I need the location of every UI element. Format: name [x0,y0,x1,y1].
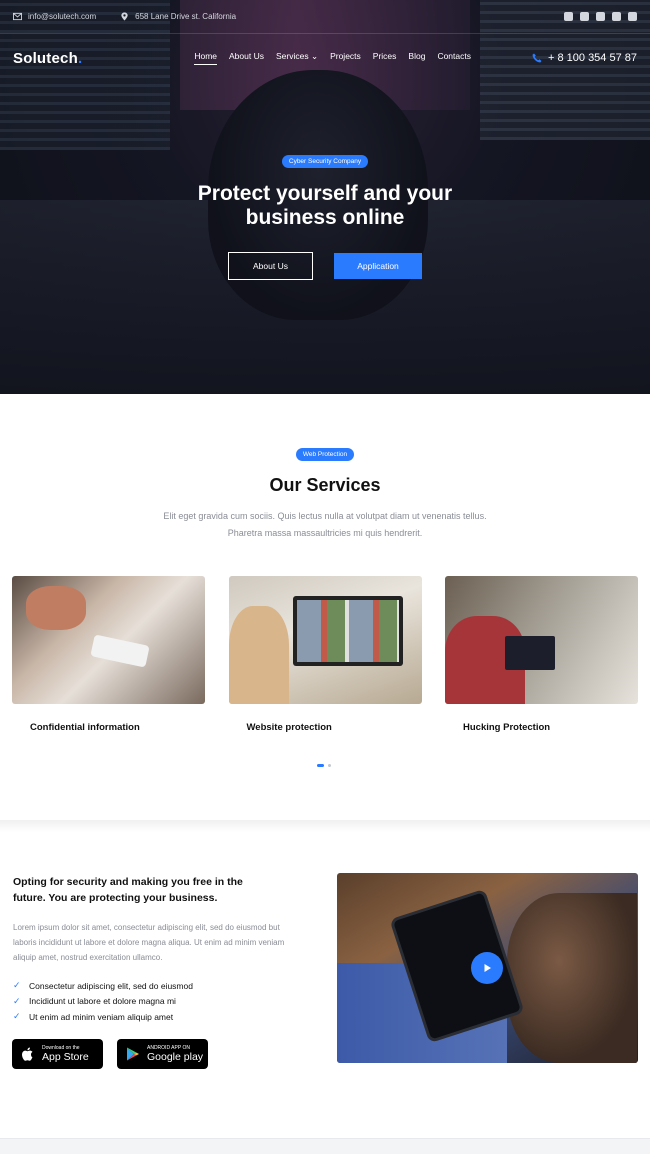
about-us-button[interactable]: About Us [228,252,313,280]
logo-dot: . [77,49,83,67]
feature-title: Opting for security and making you free … [13,876,243,904]
hero-badge: Cyber Security Company [281,155,369,168]
logo-text: Solutech [13,49,78,67]
checklist-item: ✓ Incididunt ut labore et dolore magna mi [13,994,193,1010]
services-description-line1: Elit eget gravida cum sociis. Quis lectu… [163,511,487,521]
header-phone[interactable]: + 8 100 354 57 87 [532,52,637,64]
service-card[interactable]: Website protection [228,576,422,733]
checklist-item-text: Incididunt ut labore et dolore magna mi [29,996,176,1007]
play-icon [484,964,491,972]
github-icon[interactable] [612,12,621,21]
google-play-text: ANDROID APP ON Google play [147,1045,203,1063]
services-carousel: Confidential information Website protect… [12,576,638,733]
application-button[interactable]: Application [334,253,422,279]
service-card[interactable]: Confidential information [12,576,205,733]
video-thumbnail [337,873,638,1063]
topbar-address: 658 Lane Drive st. California [120,12,236,21]
app-store-buttons: Download on the App Store ANDROID APP ON… [12,1039,208,1069]
app-store-big-text: App Store [42,1051,89,1063]
card-terminal-shape [90,634,150,668]
service-card[interactable]: Hucking Protection [445,576,638,733]
nav-item-projects[interactable]: Projects [330,51,361,65]
top-bar: info@solutech.com 658 Lane Drive st. Cal… [0,0,650,34]
laptop-shape [505,636,555,670]
service-card-image [12,576,205,704]
hero-content: Cyber Security Company Protect yourself … [0,150,650,280]
google-play-big-text: Google play [147,1051,204,1063]
service-card-image [228,576,422,704]
nav-item-contacts[interactable]: Contacts [437,51,471,65]
app-store-text: Download on the App Store [42,1045,89,1063]
nav-item-prices[interactable]: Prices [373,51,397,65]
hero-title: Protect yourself and your business onlin… [0,182,650,230]
app-store-button[interactable]: Download on the App Store [12,1039,103,1069]
main-navbar: Solutech. Home About Us Services ⌄ Proje… [0,40,650,76]
twitter-icon[interactable] [580,12,589,21]
carousel-dot[interactable] [328,764,331,767]
social-links [564,12,637,21]
topbar-email-text: info@solutech.com [28,12,97,21]
check-icon: ✓ [13,995,21,1006]
nav-item-home[interactable]: Home [194,51,218,65]
hero-title-line2: business online [245,206,405,229]
hero-title-line1: Protect yourself and your [197,182,453,205]
hero-section: info@solutech.com 658 Lane Drive st. Cal… [0,0,650,394]
topbar-address-text: 658 Lane Drive st. California [135,12,237,21]
check-icon: ✓ [13,980,21,991]
checklist-item: ✓ Consectetur adipiscing elit, sed do eiu… [13,978,193,994]
check-icon: ✓ [13,1011,21,1022]
google-play-icon [127,1047,139,1061]
checklist-item-text: Consectetur adipiscing elit, sed do eius… [29,980,193,991]
header-phone-number: + 8 100 354 57 87 [548,52,637,64]
mail-icon [13,12,22,21]
hand-shape [26,586,86,630]
feature-checklist: ✓ Consectetur adipiscing elit, sed do eiu… [13,978,193,1025]
topbar-email[interactable]: info@solutech.com [13,12,96,21]
play-button[interactable] [471,952,503,984]
feature-description: Lorem ipsum dolor sit amet, consectetur … [13,923,285,962]
checklist-item: ✓ Ut enim ad minim veniam aliquip amet [13,1009,193,1025]
next-section-edge [0,1138,650,1154]
checklist-item-text: Ut enim ad minim veniam aliquip amet [29,1011,174,1022]
services-badge: Web Protection [295,448,355,461]
facebook-icon[interactable] [564,12,573,21]
nav-menu: Home About Us Services ⌄ Projects Prices… [194,51,471,65]
service-card-image [445,576,638,704]
map-pin-icon [121,12,128,21]
youtube-icon[interactable] [596,12,605,21]
services-section: Web Protection Our Services Elit eget gr… [0,394,650,820]
nav-item-blog[interactable]: Blog [408,51,425,65]
phone-icon [532,53,542,63]
carousel-dot-active[interactable] [317,764,324,767]
video-arm-shape [507,893,637,1063]
person-shape [228,606,289,704]
service-card-title: Website protection [246,722,332,733]
nav-item-services-label: Services [275,51,309,61]
services-description: Elit eget gravida cum sociis. Quis lectu… [0,508,650,542]
carousel-pagination [317,764,331,767]
service-card-title: Hucking Protection [463,722,551,733]
services-title: Our Services [269,475,381,495]
service-card-title: Confidential information [30,722,140,733]
site-logo[interactable]: Solutech. [13,50,82,67]
linkedin-icon[interactable] [628,12,637,21]
apple-icon [22,1047,33,1061]
nav-item-about-us[interactable]: About Us [229,51,264,65]
monitor-screen-shape [296,600,399,662]
services-description-line2: Pharetra massa massaultricies mi quis he… [227,528,423,538]
feature-section: Opting for security and making you free … [0,830,650,1140]
google-play-button[interactable]: ANDROID APP ON Google play [117,1039,208,1069]
nav-item-services[interactable]: Services ⌄ [276,51,318,65]
hero-buttons: About Us Application [0,252,650,280]
chevron-down-icon: ⌄ [310,51,319,61]
